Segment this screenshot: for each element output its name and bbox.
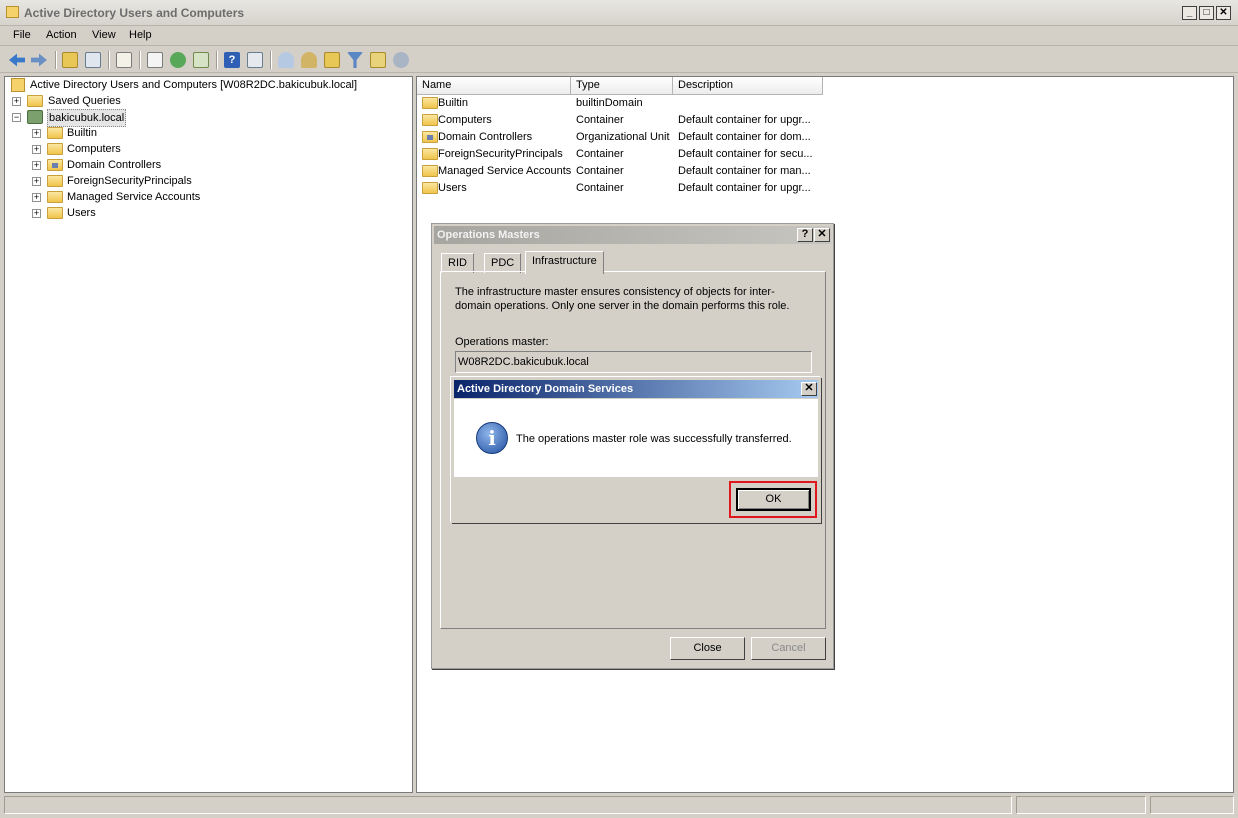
new-ou-icon[interactable]	[324, 52, 340, 68]
close-button[interactable]: Close	[670, 637, 745, 660]
cancel-button[interactable]: Cancel	[751, 637, 826, 660]
find-icon[interactable]	[370, 52, 386, 68]
export-icon[interactable]	[193, 52, 209, 68]
expand-icon[interactable]: +	[32, 193, 41, 202]
status-bar	[4, 796, 1234, 814]
folder-icon	[422, 165, 438, 177]
maximize-button[interactable]: □	[1199, 6, 1214, 20]
menu-file[interactable]: File	[13, 29, 31, 41]
status-cell	[4, 796, 1012, 814]
up-folder-icon[interactable]	[62, 52, 78, 68]
console-tree-icon[interactable]	[85, 52, 101, 68]
folder-icon	[47, 175, 63, 187]
list-item[interactable]: Managed Service Accounts Container Defau…	[417, 163, 817, 180]
window-title: Active Directory Users and Computers	[24, 6, 245, 20]
back-arrow-icon[interactable]	[9, 53, 25, 67]
list-item[interactable]: ForeignSecurityPrincipals Container Defa…	[417, 146, 817, 163]
list-item[interactable]: Computers Container Default container fo…	[417, 112, 817, 129]
operations-master-label: Operations master:	[455, 336, 549, 348]
folder-icon	[422, 182, 438, 194]
title-bar: Active Directory Users and Computers _ □…	[0, 0, 1238, 26]
filter-icon[interactable]	[347, 52, 363, 68]
folder-icon	[47, 143, 63, 155]
expand-icon[interactable]: +	[32, 177, 41, 186]
expand-icon[interactable]: +	[32, 145, 41, 154]
column-header-type[interactable]: Type	[571, 77, 673, 95]
list-item[interactable]: Builtin builtinDomain	[417, 95, 817, 112]
tab-pdc[interactable]: PDC	[484, 253, 522, 273]
dialog-title: Operations Masters	[437, 229, 540, 241]
message-title-bar: Active Directory Domain Services ✕	[454, 380, 818, 398]
dialog-title-bar: Operations Masters ? ✕	[434, 226, 831, 244]
column-header-description[interactable]: Description	[673, 77, 823, 95]
expand-icon[interactable]: +	[32, 209, 41, 218]
menu-view[interactable]: View	[92, 29, 116, 41]
ou-folder-icon	[47, 159, 63, 171]
folder-icon	[422, 97, 438, 109]
help-button[interactable]: ?	[797, 228, 813, 242]
menu-bar: File Action View Help	[0, 26, 1238, 46]
ou-folder-icon	[422, 131, 438, 143]
console-tree[interactable]: Active Directory Users and Computers [W0…	[4, 76, 413, 793]
collapse-icon[interactable]: −	[12, 113, 21, 122]
new-group-icon[interactable]	[301, 52, 317, 68]
success-message-box: Active Directory Domain Services ✕ i The…	[451, 377, 821, 523]
app-icon	[6, 6, 19, 18]
status-cell	[1016, 796, 1146, 814]
message-body: i The operations master role was success…	[454, 399, 818, 477]
folder-icon	[47, 127, 63, 139]
information-icon: i	[476, 422, 508, 454]
column-header-name[interactable]: Name	[417, 77, 571, 95]
message-text: The operations master role was successfu…	[516, 433, 792, 445]
add-to-group-icon[interactable]	[393, 52, 409, 68]
aduc-icon	[11, 78, 25, 92]
expand-icon[interactable]: +	[12, 97, 21, 106]
expand-icon[interactable]: +	[32, 161, 41, 170]
message-close-button[interactable]: ✕	[801, 382, 817, 396]
domain-icon	[27, 110, 43, 124]
minimize-button[interactable]: _	[1182, 6, 1197, 20]
folder-icon	[47, 207, 63, 219]
list-item[interactable]: Domain Controllers Organizational Unit D…	[417, 129, 817, 146]
tab-rid[interactable]: RID	[441, 253, 474, 273]
export-list-icon[interactable]	[147, 52, 163, 68]
operations-master-field[interactable]: W08R2DC.bakicubuk.local	[455, 351, 812, 373]
menu-action[interactable]: Action	[46, 29, 77, 41]
role-description: The infrastructure master ensures consis…	[455, 286, 790, 312]
dialog-close-button[interactable]: ✕	[814, 228, 830, 242]
message-title: Active Directory Domain Services	[457, 383, 634, 395]
help-icon[interactable]: ?	[224, 52, 240, 68]
status-cell	[1150, 796, 1234, 814]
expand-icon[interactable]: +	[32, 129, 41, 138]
tab-infrastructure[interactable]: Infrastructure	[525, 251, 604, 274]
menu-help[interactable]: Help	[129, 29, 152, 41]
list-item[interactable]: Users Container Default container for up…	[417, 180, 817, 197]
show-hide-icon[interactable]	[247, 52, 263, 68]
refresh-icon[interactable]	[170, 52, 186, 68]
folder-icon	[422, 148, 438, 160]
close-window-button[interactable]: ✕	[1216, 6, 1231, 20]
folder-icon	[422, 114, 438, 126]
folder-icon	[27, 95, 43, 107]
forward-arrow-icon[interactable]	[31, 53, 47, 67]
toolbar: ?	[0, 47, 1238, 73]
properties-icon[interactable]	[116, 52, 132, 68]
ok-button[interactable]: OK	[736, 488, 811, 511]
folder-icon	[47, 191, 63, 203]
new-user-icon[interactable]	[278, 52, 294, 68]
